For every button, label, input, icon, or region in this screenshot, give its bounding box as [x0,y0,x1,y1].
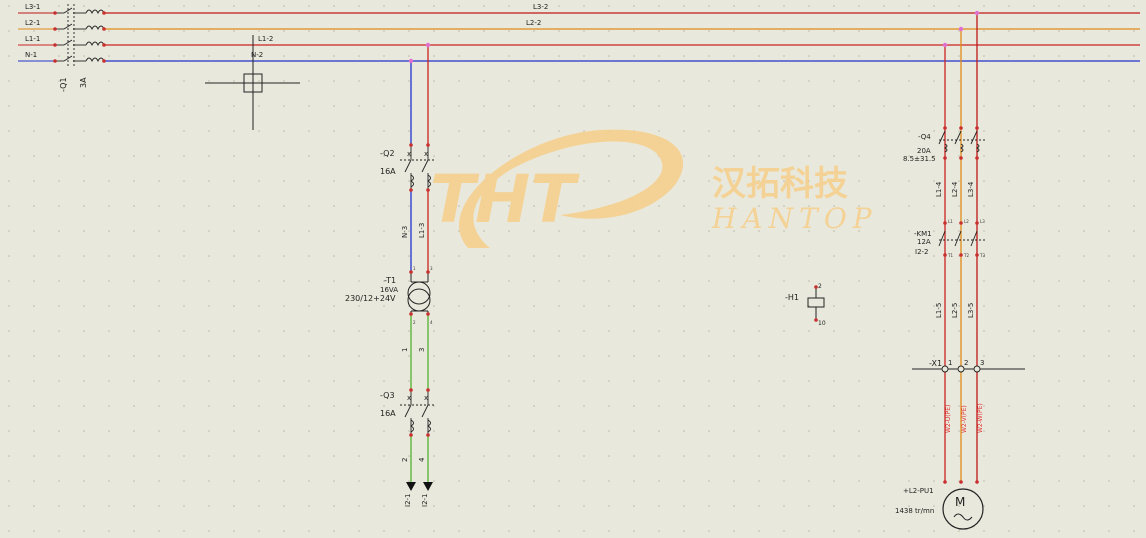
svg-text:x: x [424,150,428,158]
grid-dots [0,0,1146,534]
svg-text:x: x [407,150,411,158]
rail-label-l1-left: L1-1 [25,35,40,43]
rail-label-l3-right: L3-2 [533,3,548,11]
km1-pin-l3: L3 [980,219,985,224]
km1-pin-t2: T2 [963,253,969,258]
x1-cable-3: W2-W(PE) [977,403,984,433]
motor-speed: 1438 tr/mn [895,507,934,515]
rail-label-l2-right: L2-2 [526,19,541,27]
motor-tag: +L2-PU1 [903,487,934,495]
q3-output-left: I2-1 [404,494,412,508]
x1-cable-1: W2-U(PE) [945,405,952,433]
q4-range: 8.5±31.5 [903,155,936,163]
h1-tag: -H1 [785,293,799,302]
t1-tag: -T1 [384,276,396,285]
x1-terminal-3: 3 [980,359,984,367]
t1-power: 16VA [380,286,398,294]
watermark-logo: THT [430,161,580,238]
q3-wire-left: 2 [401,458,409,462]
schematic-canvas[interactable]: THT 汉拓科技 HANTOP L3-1 L2-1 L1-1 N-1 L3-2 … [0,0,1146,534]
x1-cable-2: W2-V(PE) [961,405,968,433]
q1-rating: 3A [79,77,88,88]
q4-rating: 20A [917,147,931,155]
km1-pin-t1: T1 [947,253,953,258]
watermark-cn: 汉拓科技 [712,164,848,204]
x1-tag: -X1 [929,359,942,368]
km1-tag: -KM1 [914,230,932,238]
motor-symbol: M [955,495,965,509]
t1-wire-right: 3 [418,348,426,352]
q4-wire-1: L1-4 [935,181,943,197]
svg-text:x: x [407,394,411,402]
h1-pin-bottom: 10 [818,320,826,327]
t1-wire-left: 1 [401,348,409,352]
rail-label-l3-left: L3-1 [25,3,40,11]
q4-wire-2: L2-4 [951,181,959,197]
km1-wire-1: L1-5 [935,303,943,318]
km1-pin-l2: L2 [964,219,969,224]
h1-pin-top: 2 [818,283,822,290]
q3-output-right: I2-1 [421,494,429,508]
q3-tag: -Q3 [380,391,395,400]
q2-wire-left: N-3 [401,226,409,238]
rail-label-l2-left: L2-1 [25,19,40,27]
x1-terminal-2: 2 [964,359,968,367]
km1-pin-t3: T3 [979,253,985,258]
q4-tag: -Q4 [918,133,931,141]
watermark-en: HANTOP [711,202,878,235]
q2-tag: -Q2 [380,149,395,158]
q3-rating: 16A [380,409,396,418]
km1-rating: 12A [917,238,931,246]
x1-terminal-1: 1 [948,359,952,367]
km1-pin-l1: L1 [948,219,953,224]
q2-rating: 16A [380,167,396,176]
km1-sub: I2-2 [915,248,929,256]
rail-label-n-left: N-1 [25,51,37,59]
q1-tag: -Q1 [59,77,68,92]
q3-wire-right: 4 [418,457,426,462]
svg-text:x: x [424,394,428,402]
q2-wire-right: L1-3 [418,223,426,238]
km1-wire-2: L2-5 [951,303,959,318]
rail-label-l1-right: L1-2 [258,35,273,43]
km1-wire-3: L3-5 [967,303,975,318]
t1-voltage: 230/12+24V [345,294,396,303]
q4-wire-3: L3-4 [967,181,975,197]
